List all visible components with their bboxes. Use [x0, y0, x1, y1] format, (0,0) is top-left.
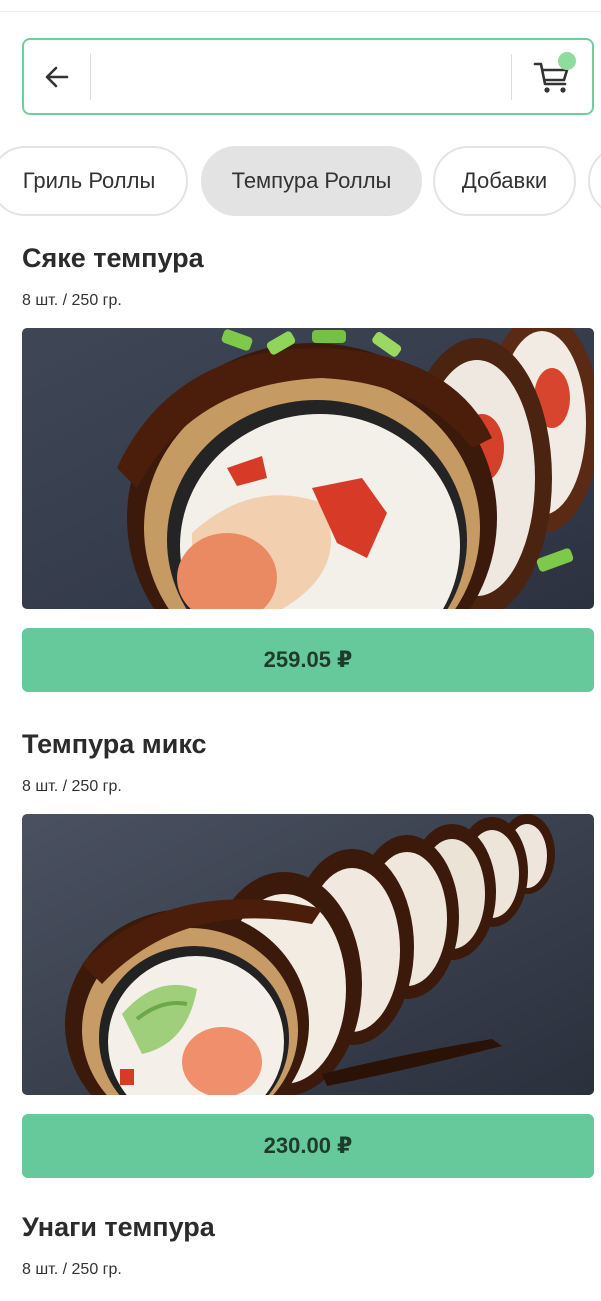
tab-label: Добавки [461, 168, 548, 193]
tab-tempura-rolls[interactable]: Темпура Роллы [201, 146, 422, 216]
price-button[interactable]: 259.05 ₽ [22, 628, 594, 692]
price-button[interactable]: 230.00 ₽ [22, 1114, 594, 1178]
product-image[interactable] [22, 328, 594, 609]
status-strip [0, 0, 601, 12]
cart-button[interactable] [512, 40, 592, 113]
product-meta: 8 шт. / 250 гр. [22, 1261, 122, 1278]
tab-next-partial[interactable] [588, 146, 601, 216]
arrow-left-icon [45, 66, 69, 87]
tab-grill-rolls[interactable]: Гриль Роллы [0, 146, 188, 216]
product-title: Темпура микс [22, 729, 207, 759]
product-title: Сяке темпура [22, 243, 204, 273]
cart-badge [558, 52, 576, 70]
product-image[interactable] [22, 814, 594, 1095]
product-meta: 8 шт. / 250 гр. [22, 292, 122, 309]
tab-label: Темпура Роллы [231, 168, 392, 193]
search-bar [22, 38, 594, 115]
tab-label: Гриль Роллы [22, 168, 156, 193]
price-label: 259.05 ₽ [263, 647, 353, 672]
price-label: 230.00 ₽ [263, 1133, 353, 1158]
category-tabs: Гриль Роллы Темпура Роллы Добавки [0, 146, 601, 218]
back-button[interactable] [24, 40, 90, 113]
product-title: Унаги темпура [22, 1212, 215, 1242]
product-image[interactable] [22, 1297, 594, 1301]
product-card: Темпура микс 8 шт. / 250 гр. 230.00 ₽ [22, 728, 594, 1178]
product-card: Сяке темпура 8 шт. / 250 гр. 259.05 ₽ [22, 242, 594, 692]
tab-additions[interactable]: Добавки [433, 146, 576, 216]
product-meta: 8 шт. / 250 гр. [22, 778, 122, 795]
search-input[interactable] [91, 40, 511, 113]
product-card: Унаги темпура 8 шт. / 250 гр. [22, 1211, 594, 1301]
